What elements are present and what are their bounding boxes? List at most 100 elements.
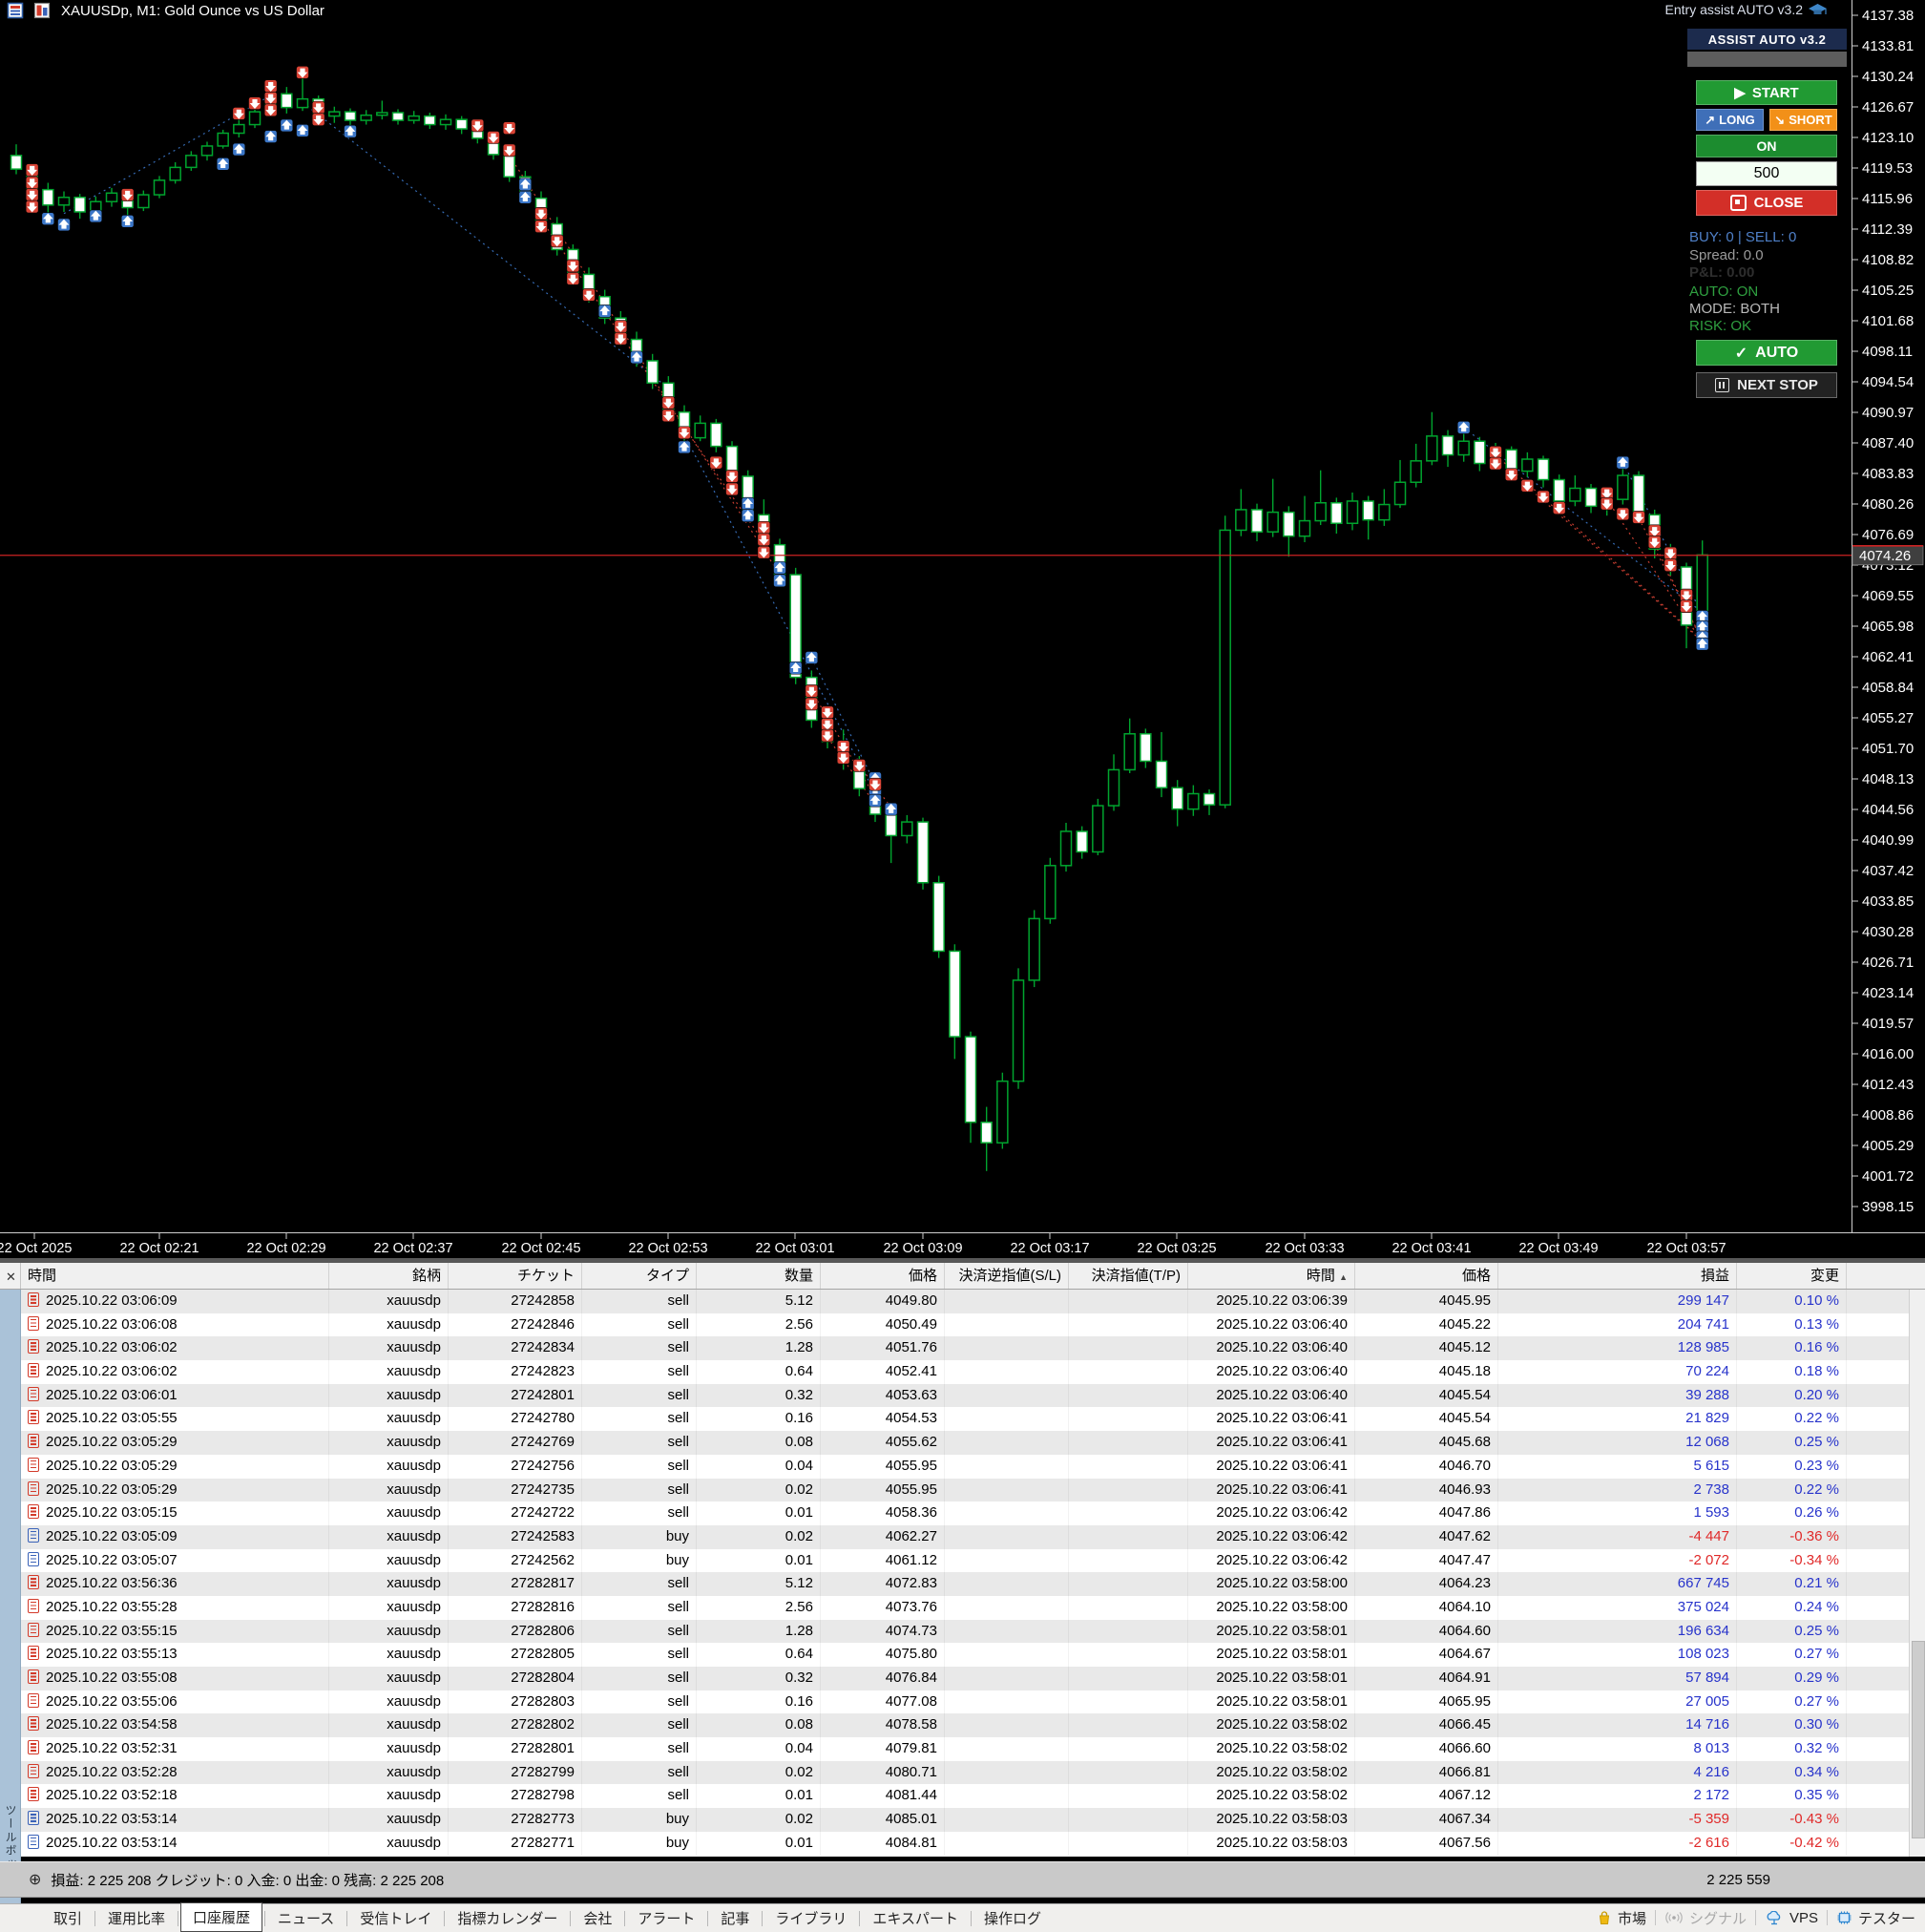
- table-row[interactable]: 2025.10.22 03:55:15xauusdp27282806sell1.…: [0, 1620, 1909, 1644]
- table-row[interactable]: 2025.10.22 03:52:28xauusdp27282799sell0.…: [0, 1761, 1909, 1785]
- table-row[interactable]: 2025.10.22 03:55:28xauusdp27282816sell2.…: [0, 1596, 1909, 1620]
- plus-circle-icon[interactable]: ⊕: [29, 1870, 41, 1889]
- column-header[interactable]: 数量: [697, 1263, 821, 1289]
- svg-text:4033.85: 4033.85: [1862, 893, 1914, 910]
- table-row[interactable]: 2025.10.22 03:55:13xauusdp27282805sell0.…: [0, 1643, 1909, 1667]
- svg-text:22 Oct 02:21: 22 Oct 02:21: [119, 1241, 199, 1256]
- service-separator: [1655, 1910, 1656, 1925]
- sell-deal-icon: [28, 1787, 39, 1801]
- column-header[interactable]: 価格: [821, 1263, 945, 1289]
- table-vertical-scrollbar[interactable]: [1909, 1290, 1925, 1857]
- table-row[interactable]: 2025.10.22 03:06:09xauusdp27242858sell5.…: [0, 1290, 1909, 1313]
- signal-icon: [1664, 1911, 1684, 1924]
- short-button[interactable]: ↘SHORT: [1769, 109, 1837, 131]
- svg-text:4005.29: 4005.29: [1862, 1138, 1914, 1154]
- column-header[interactable]: タイプ: [582, 1263, 697, 1289]
- spread-status: Spread: 0.0: [1689, 247, 1871, 263]
- long-button[interactable]: ↗LONG: [1696, 109, 1764, 131]
- tab-11[interactable]: 操作ログ: [973, 1905, 1052, 1931]
- table-row[interactable]: 2025.10.22 03:05:07xauusdp27242562buy0.0…: [0, 1549, 1909, 1573]
- table-row[interactable]: 2025.10.22 03:55:06xauusdp27282803sell0.…: [0, 1690, 1909, 1714]
- table-row[interactable]: 2025.10.22 03:05:55xauusdp27242780sell0.…: [0, 1407, 1909, 1431]
- table-row[interactable]: 2025.10.22 03:53:14xauusdp27282771buy0.0…: [0, 1832, 1909, 1856]
- table-row[interactable]: 2025.10.22 03:05:09xauusdp27242583buy0.0…: [0, 1525, 1909, 1549]
- column-header[interactable]: 決済指値(T/P): [1069, 1263, 1188, 1289]
- tab-separator: [444, 1911, 445, 1926]
- column-header[interactable]: 時間 ▲: [1188, 1263, 1355, 1289]
- table-row[interactable]: 2025.10.22 03:06:02xauusdp27242823sell0.…: [0, 1360, 1909, 1384]
- svg-text:4069.55: 4069.55: [1862, 588, 1914, 604]
- tab-1[interactable]: 運用比率: [97, 1905, 176, 1931]
- tab-2[interactable]: 口座履歴: [180, 1902, 262, 1932]
- tab-5[interactable]: 指標カレンダー: [447, 1905, 568, 1931]
- svg-text:22 Oct 02:53: 22 Oct 02:53: [628, 1241, 707, 1256]
- service-chip-tester[interactable]: テスター: [1836, 1908, 1915, 1928]
- svg-text:22 Oct 03:33: 22 Oct 03:33: [1265, 1241, 1344, 1256]
- close-button[interactable]: CLOSE: [1696, 190, 1837, 216]
- svg-text:4001.72: 4001.72: [1862, 1168, 1914, 1185]
- table-row[interactable]: 2025.10.22 03:52:31xauusdp27282801sell0.…: [0, 1737, 1909, 1761]
- auto-button[interactable]: ✓AUTO: [1696, 340, 1837, 366]
- table-row[interactable]: 2025.10.22 03:56:36xauusdp27282817sell5.…: [0, 1572, 1909, 1596]
- table-row[interactable]: 2025.10.22 03:05:29xauusdp27242756sell0.…: [0, 1455, 1909, 1479]
- start-button[interactable]: ▶START: [1696, 80, 1837, 105]
- svg-text:22 Oct 02:37: 22 Oct 02:37: [373, 1241, 452, 1256]
- svg-text:22 Oct 03:49: 22 Oct 03:49: [1518, 1241, 1598, 1256]
- svg-text:4094.54: 4094.54: [1862, 374, 1914, 390]
- table-row[interactable]: 2025.10.22 03:54:58xauusdp27282802sell0.…: [0, 1713, 1909, 1737]
- tab-10[interactable]: エキスパート: [862, 1905, 969, 1931]
- sell-deal-icon: [28, 1670, 39, 1684]
- svg-text:4130.24: 4130.24: [1862, 69, 1914, 85]
- sell-deal-icon: [28, 1599, 39, 1613]
- svg-text:3998.15: 3998.15: [1862, 1199, 1914, 1215]
- table-row[interactable]: 2025.10.22 03:05:15xauusdp27242722sell0.…: [0, 1502, 1909, 1525]
- table-row[interactable]: 2025.10.22 03:06:08xauusdp27242846sell2.…: [0, 1313, 1909, 1337]
- scrollbar-thumb[interactable]: [1912, 1641, 1925, 1838]
- next-stop-button[interactable]: NEXT STOP: [1696, 372, 1837, 398]
- toolbox-close-button[interactable]: ✕: [2, 1267, 20, 1287]
- on-toggle-button[interactable]: ON: [1696, 135, 1837, 158]
- check-icon: ✓: [1735, 344, 1747, 363]
- table-row[interactable]: 2025.10.22 03:05:29xauusdp27242735sell0.…: [0, 1479, 1909, 1502]
- sell-deal-icon: [28, 1693, 39, 1708]
- table-row[interactable]: 2025.10.22 03:52:18xauusdp27282798sell0.…: [0, 1784, 1909, 1808]
- svg-text:4016.00: 4016.00: [1862, 1046, 1914, 1062]
- table-row[interactable]: 2025.10.22 03:06:01xauusdp27242801sell0.…: [0, 1384, 1909, 1408]
- tab-separator: [707, 1911, 708, 1926]
- buy-deal-icon: [28, 1552, 39, 1566]
- table-row[interactable]: 2025.10.22 03:06:02xauusdp27242834sell1.…: [0, 1336, 1909, 1360]
- table-row[interactable]: 2025.10.22 03:05:29xauusdp27242769sell0.…: [0, 1431, 1909, 1455]
- service-cloud-vps[interactable]: VPS: [1765, 1910, 1818, 1926]
- tab-0[interactable]: 取引: [43, 1905, 93, 1931]
- service-market-bag[interactable]: 市場: [1597, 1908, 1646, 1928]
- column-header[interactable]: 価格: [1355, 1263, 1498, 1289]
- arrow-up-right-icon: ↗: [1705, 113, 1715, 128]
- table-row[interactable]: 2025.10.22 03:53:14xauusdp27282773buy0.0…: [0, 1808, 1909, 1832]
- candlestick-chart[interactable]: 4137.384133.814130.244126.674123.104119.…: [0, 0, 1925, 1260]
- lot-size-input[interactable]: [1696, 161, 1837, 186]
- tab-separator: [570, 1911, 571, 1926]
- column-header[interactable]: 損益: [1498, 1263, 1737, 1289]
- tab-9[interactable]: ライブラリ: [764, 1905, 857, 1931]
- svg-text:4087.40: 4087.40: [1862, 435, 1914, 452]
- column-header[interactable]: 時間: [21, 1263, 329, 1289]
- tab-7[interactable]: アラート: [627, 1905, 705, 1931]
- tab-4[interactable]: 受信トレイ: [349, 1905, 442, 1931]
- svg-text:XAUUSDp, M1: Gold Ounce vs US: XAUUSDp, M1: Gold Ounce vs US Dollar: [61, 3, 324, 19]
- buy-sell-status: BUY: 0 | SELL: 0: [1689, 229, 1871, 245]
- tab-3[interactable]: ニュース: [267, 1905, 345, 1931]
- svg-text:4008.86: 4008.86: [1862, 1107, 1914, 1124]
- service-signal[interactable]: シグナル: [1664, 1908, 1747, 1928]
- column-header[interactable]: 銘柄: [329, 1263, 449, 1289]
- table-row[interactable]: 2025.10.22 03:55:08xauusdp27282804sell0.…: [0, 1667, 1909, 1690]
- toolbox-title-strip[interactable]: ツールボックス: [0, 1290, 21, 1903]
- column-header[interactable]: チケット: [449, 1263, 582, 1289]
- column-header[interactable]: 変更: [1737, 1263, 1847, 1289]
- sell-deal-icon: [28, 1410, 39, 1424]
- svg-text:22 Oct 03:17: 22 Oct 03:17: [1010, 1241, 1089, 1256]
- history-table-header[interactable]: 時間銘柄チケットタイプ数量価格決済逆指値(S/L)決済指値(T/P)時間 ▲価格…: [0, 1263, 1925, 1290]
- table-icon: [9, 4, 23, 18]
- column-header[interactable]: 決済逆指値(S/L): [945, 1263, 1069, 1289]
- tab-6[interactable]: 会社: [573, 1905, 622, 1931]
- tab-8[interactable]: 記事: [710, 1905, 760, 1931]
